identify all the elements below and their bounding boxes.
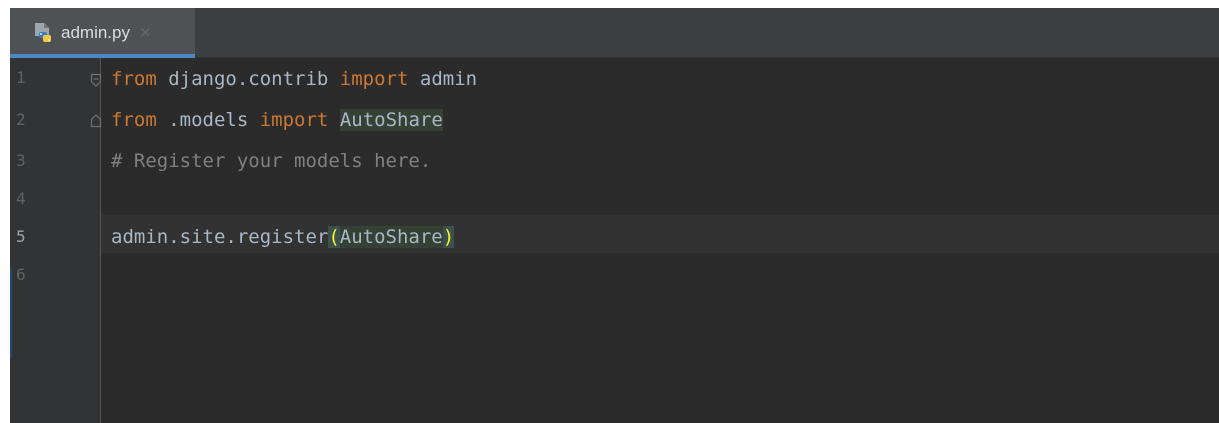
keyword: from (111, 68, 157, 90)
import-name-highlighted: AutoShare (339, 109, 443, 131)
code-line-current[interactable]: admin.site.register(AutoShare) (111, 226, 455, 248)
line-number: 3 (16, 151, 26, 170)
tab-bar: admin.py × (10, 8, 1219, 58)
line-number: 6 (16, 265, 26, 284)
code-line[interactable]: from .models import AutoShare (111, 109, 443, 131)
line-number-active: 5 (16, 227, 26, 246)
line-number: 4 (16, 189, 26, 208)
tab-title: admin.py (61, 22, 130, 42)
keyword: import (259, 109, 329, 131)
close-icon[interactable]: × (139, 25, 152, 40)
code-line-comment[interactable]: # Register your models here. (111, 150, 431, 172)
scroll-marker (10, 268, 12, 358)
keyword: from (111, 109, 157, 131)
argument-highlighted: AutoShare (339, 226, 443, 248)
module-name: django.contrib (156, 68, 340, 90)
fold-end-icon[interactable] (90, 113, 102, 128)
call-expression: admin.site.register (111, 226, 329, 248)
import-name: admin (408, 68, 478, 90)
python-file-icon (31, 21, 55, 45)
editor-window: admin.py × 1 2 3 4 5 6 from django.contr… (10, 8, 1219, 423)
line-number: 1 (16, 68, 26, 87)
matched-brace: ( (328, 226, 340, 248)
matched-brace: ) (442, 226, 455, 248)
keyword: import (339, 68, 409, 90)
fold-start-icon[interactable] (90, 72, 102, 87)
tab-admin-py[interactable]: admin.py × (10, 8, 195, 58)
line-number: 2 (16, 110, 26, 129)
code-line[interactable]: from django.contrib import admin (111, 68, 477, 90)
module-name: .models (156, 109, 260, 131)
